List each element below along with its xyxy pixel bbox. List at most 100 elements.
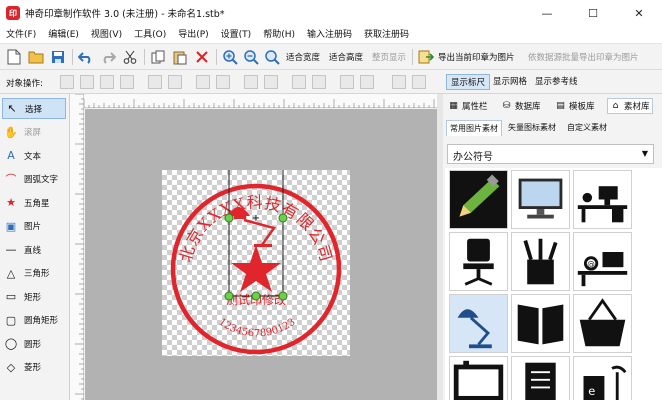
subtab-custom[interactable]: 自定义素材 xyxy=(564,120,610,136)
lamp-book-symbol[interactable]: e xyxy=(573,356,632,400)
align-right-icon[interactable] xyxy=(100,75,114,89)
batch-export-button[interactable]: 依数据源批量导出印章为图片 xyxy=(528,51,639,63)
align-left-icon[interactable] xyxy=(60,75,74,89)
drawing-tools-panel: ↖ 选择 ✋ 滚屏 A 文本 ⌒ 圆弧文字 ★ 五角星 ▣ 图片 — 直线 △ 三角形 ▭ 矩形 ▢ 圆角矩形 ◯ 圆形 ◇… xyxy=(0,94,70,400)
unlock-icon[interactable] xyxy=(412,75,426,89)
desk-computer-symbol[interactable] xyxy=(573,170,632,229)
menu-file[interactable]: 文件(F) xyxy=(0,26,42,44)
arc-text-icon: ⌒ xyxy=(5,173,17,186)
paste-icon[interactable] xyxy=(170,47,190,67)
export-image-icon[interactable] xyxy=(416,47,436,67)
send-back-icon[interactable] xyxy=(340,75,354,89)
tool-rounded-rect[interactable]: ▢ 圆角矩形 xyxy=(2,310,66,331)
open-binder-symbol[interactable] xyxy=(511,294,570,353)
tool-label: 选择 xyxy=(25,104,43,115)
subtab-common-images[interactable]: 常用图片素材 xyxy=(446,120,502,136)
tool-triangle[interactable]: △ 三角形 xyxy=(2,263,66,284)
full-display-button[interactable]: 整页显示 xyxy=(372,51,406,63)
vertical-ruler xyxy=(70,93,84,400)
copy-icon[interactable] xyxy=(148,47,168,67)
group-icon[interactable] xyxy=(360,75,374,89)
tool-image[interactable]: ▣ 图片 xyxy=(2,216,66,237)
lock-icon[interactable] xyxy=(392,75,406,89)
distribute-h-icon[interactable] xyxy=(196,75,210,89)
tool-pan[interactable]: ✋ 滚屏 xyxy=(2,122,66,143)
align-bottom-icon[interactable] xyxy=(168,75,182,89)
stamp-artwork[interactable]: 北京XXXX科技有限公司 1234567890123 测试印修改 + xyxy=(162,170,350,356)
tool-diamond[interactable]: ◇ 菱形 xyxy=(2,357,66,378)
close-button[interactable]: ✕ xyxy=(616,0,662,26)
tool-ellipse[interactable]: ◯ 圆形 xyxy=(2,333,66,354)
menu-get-code[interactable]: 获取注册码 xyxy=(358,26,415,44)
tab-templates[interactable]: ▤ 模板库 xyxy=(553,98,597,114)
redo-icon[interactable] xyxy=(98,47,118,67)
tv-board-symbol[interactable] xyxy=(449,356,508,400)
office-chair-symbol[interactable] xyxy=(449,232,508,291)
menu-enter-code[interactable]: 输入注册码 xyxy=(301,26,358,44)
workstation-symbol[interactable]: @ xyxy=(573,232,632,291)
tool-line[interactable]: — 直线 xyxy=(2,239,66,260)
triangle-icon: △ xyxy=(6,266,16,280)
minimize-button[interactable]: — xyxy=(524,0,570,26)
rectangle-icon: ▭ xyxy=(5,290,17,303)
image-icon: ▣ xyxy=(5,219,17,233)
tool-star[interactable]: ★ 五角星 xyxy=(2,192,66,213)
show-guides-toggle[interactable]: 显示参考线 xyxy=(531,74,582,90)
tab-database[interactable]: ⛁ 数据库 xyxy=(499,98,543,114)
tool-label: 矩形 xyxy=(24,292,42,303)
menu-export[interactable]: 导出(P) xyxy=(172,26,214,44)
desk-lamp-symbol[interactable] xyxy=(449,294,508,353)
chevron-down-icon: ▼ xyxy=(641,149,648,158)
zoom-in-icon[interactable] xyxy=(220,47,240,67)
distribute-v-icon[interactable] xyxy=(216,75,230,89)
bring-front-icon[interactable] xyxy=(312,75,326,89)
stamp-star-icon xyxy=(231,245,281,292)
tool-label: 文本 xyxy=(24,151,42,162)
menu-tools[interactable]: 工具(O) xyxy=(128,26,172,44)
align-middle-icon[interactable] xyxy=(148,75,162,89)
svg-text:@: @ xyxy=(587,259,595,268)
notebook-symbol[interactable] xyxy=(511,356,570,400)
undo-icon[interactable] xyxy=(76,47,96,67)
tool-arc-text[interactable]: ⌒ 圆弧文字 xyxy=(2,169,66,190)
basket-symbol[interactable] xyxy=(573,294,632,353)
show-ruler-toggle[interactable]: 显示标尺 xyxy=(446,74,491,90)
ellipse-icon: ◯ xyxy=(4,337,18,350)
menu-help[interactable]: 帮助(H) xyxy=(257,26,301,44)
menu-settings[interactable]: 设置(T) xyxy=(215,26,258,44)
tool-select[interactable]: ↖ 选择 xyxy=(2,98,66,119)
delete-icon[interactable] xyxy=(192,47,212,67)
fit-height-button[interactable]: 适合高度 xyxy=(329,51,363,63)
library-icon: ⌂ xyxy=(612,101,619,111)
export-image-button[interactable]: 导出当前印章为图片 xyxy=(438,51,515,63)
tool-text[interactable]: A 文本 xyxy=(2,145,66,166)
align-top-icon[interactable] xyxy=(120,75,134,89)
show-grid-toggle[interactable]: 显示网格 xyxy=(489,74,531,90)
same-width-icon[interactable] xyxy=(244,75,258,89)
maximize-button[interactable]: ☐ xyxy=(570,0,616,26)
save-icon[interactable] xyxy=(48,47,68,67)
cut-icon[interactable] xyxy=(120,47,140,67)
tab-properties[interactable]: ▦ 属性栏 xyxy=(446,98,490,114)
category-select[interactable]: 办公符号 ▼ xyxy=(447,144,654,164)
same-size-icon[interactable] xyxy=(292,75,306,89)
zoom-out-icon[interactable] xyxy=(241,47,261,67)
tool-rectangle[interactable]: ▭ 矩形 xyxy=(2,286,66,307)
align-center-icon[interactable] xyxy=(80,75,94,89)
properties-icon: ▦ xyxy=(449,101,458,111)
window-title: 神奇印章制作软件 3.0 (未注册) - 未命名1.stb* xyxy=(25,9,225,20)
zoom-actual-icon[interactable] xyxy=(262,47,282,67)
new-file-icon[interactable] xyxy=(4,47,24,67)
same-height-icon[interactable] xyxy=(264,75,278,89)
menu-edit[interactable]: 编辑(E) xyxy=(42,26,85,44)
fit-width-button[interactable]: 适合宽度 xyxy=(286,51,320,63)
tab-library[interactable]: ⌂ 素材库 xyxy=(607,98,653,114)
pen-holder-symbol[interactable] xyxy=(511,232,570,291)
subtab-vector-icons[interactable]: 矢量图标素材 xyxy=(505,120,559,136)
open-folder-icon[interactable] xyxy=(26,47,46,67)
category-value: 办公符号 xyxy=(453,152,493,163)
pencil-symbol[interactable] xyxy=(449,170,508,229)
monitor-symbol[interactable] xyxy=(511,170,570,229)
tool-label: 菱形 xyxy=(24,363,42,373)
menu-view[interactable]: 视图(V) xyxy=(85,26,128,44)
